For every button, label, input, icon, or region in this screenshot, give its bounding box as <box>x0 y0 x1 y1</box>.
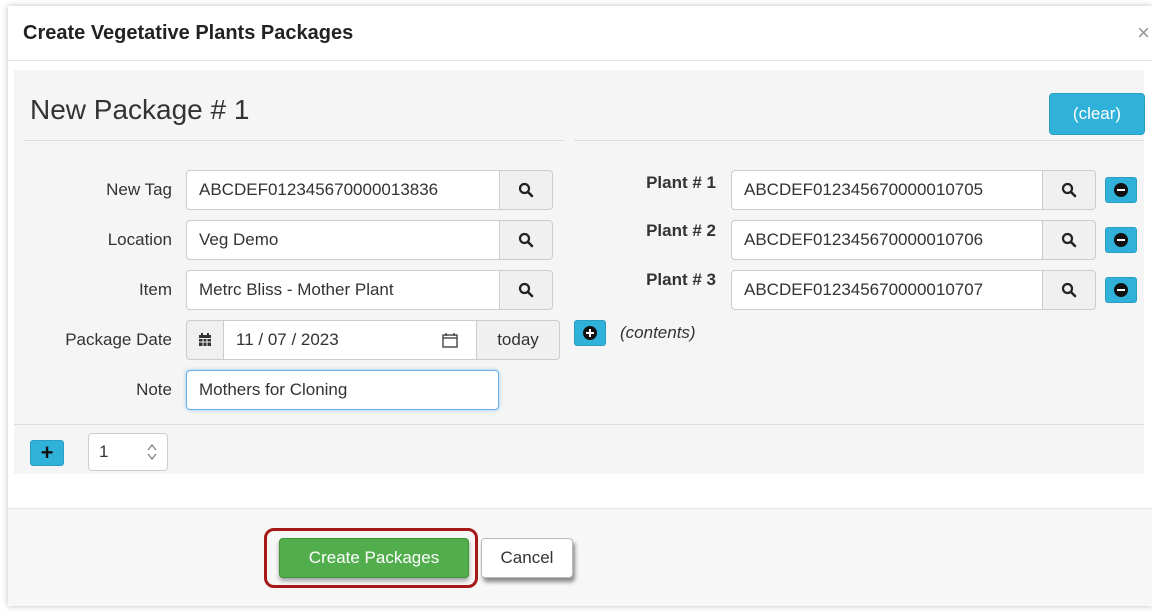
close-icon[interactable]: × <box>1137 20 1150 46</box>
location-label: Location <box>107 230 172 249</box>
package-date-input[interactable]: 11 / 07 / 2023 <box>223 320 477 360</box>
divider <box>574 140 1144 141</box>
item-input[interactable]: Metrc Bliss - Mother Plant <box>186 270 500 310</box>
clear-button[interactable]: (clear) <box>1049 93 1145 135</box>
search-icon <box>1061 232 1077 248</box>
plant-2-search-button[interactable] <box>1042 220 1096 260</box>
plant-2-input[interactable]: ABCDEF012345670000010706 <box>731 220 1043 260</box>
package-date-label: Package Date <box>65 330 172 349</box>
calendar-icon <box>199 333 211 346</box>
note-input[interactable]: Mothers for Cloning <box>186 370 499 410</box>
plant-1-input[interactable]: ABCDEF012345670000010705 <box>731 170 1043 210</box>
search-icon <box>518 232 534 248</box>
search-icon <box>518 282 534 298</box>
item-label: Item <box>138 280 172 299</box>
plus-icon: + <box>40 440 54 465</box>
remove-plant-3-button[interactable] <box>1105 277 1137 303</box>
remove-plant-1-button[interactable] <box>1105 177 1137 203</box>
plant-1-search-button[interactable] <box>1042 170 1096 210</box>
minus-circle-icon <box>1114 233 1128 247</box>
new-tag-input[interactable]: ABCDEF012345670000013836 <box>186 170 500 210</box>
remove-plant-2-button[interactable] <box>1105 227 1137 253</box>
contents-label: (contents) <box>620 323 696 342</box>
dialog-footer <box>8 509 1152 606</box>
cancel-button[interactable]: Cancel <box>481 538 573 578</box>
search-icon <box>518 182 534 198</box>
location-search-button[interactable] <box>499 220 553 260</box>
new-tag-label: New Tag <box>106 180 172 199</box>
dialog-header: Create Vegetative Plants Packages × <box>8 6 1152 61</box>
package-count-input[interactable]: 1 <box>88 433 168 471</box>
add-package-button[interactable]: + <box>30 440 64 466</box>
location-input[interactable]: Veg Demo <box>186 220 500 260</box>
plus-circle-icon <box>583 326 597 340</box>
new-tag-search-button[interactable] <box>499 170 553 210</box>
plant-3-input[interactable]: ABCDEF012345670000010707 <box>731 270 1043 310</box>
calendar-picker-icon[interactable] <box>442 333 458 348</box>
item-search-button[interactable] <box>499 270 553 310</box>
package-date-value: 11 / 07 / 2023 <box>236 330 339 349</box>
minus-circle-icon <box>1114 183 1128 197</box>
create-packages-button[interactable]: Create Packages <box>279 538 469 578</box>
today-button[interactable]: today <box>476 320 560 360</box>
plant-3-label: Plant # 3 <box>646 270 716 289</box>
calendar-addon <box>186 320 224 360</box>
search-icon <box>1061 182 1077 198</box>
plant-3-search-button[interactable] <box>1042 270 1096 310</box>
divider <box>14 424 1144 425</box>
dialog-title: Create Vegetative Plants Packages <box>23 22 354 44</box>
package-heading: New Package # 1 <box>30 94 250 125</box>
note-label: Note <box>136 380 172 399</box>
plant-2-label: Plant # 2 <box>646 221 716 240</box>
plant-1-label: Plant # 1 <box>646 173 716 192</box>
minus-circle-icon <box>1114 283 1128 297</box>
spinner-icon[interactable] <box>145 442 159 462</box>
search-icon <box>1061 282 1077 298</box>
add-contents-button[interactable] <box>574 320 606 346</box>
package-count-value: 1 <box>99 442 109 461</box>
divider <box>24 140 564 141</box>
